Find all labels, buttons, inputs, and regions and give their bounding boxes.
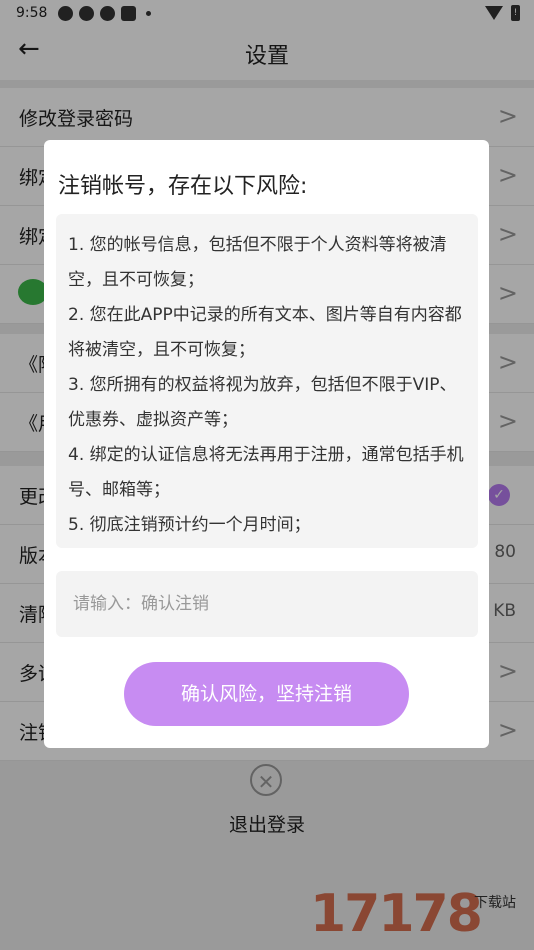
cancel-account-dialog: 注销帐号，存在以下风险: 1. 您的帐号信息，包括但不限于个人资料等将被清空，且… (44, 140, 489, 748)
confirm-input-container (56, 571, 478, 637)
risk-item: 3. 您所拥有的权益将视为放弃，包括但不限于VIP、优惠券、虚拟资产等； (68, 375, 457, 430)
risk-item: 5. 彻底注销预计约一个月时间； (68, 515, 311, 535)
confirm-cancel-account-button[interactable]: 确认风险，坚持注销 (124, 662, 409, 726)
risk-item: 4. 绑定的认证信息将无法再用于注册，通常包括手机号、邮箱等； (68, 445, 464, 500)
risk-item: 1. 您的帐号信息，包括但不限于个人资料等将被清空，且不可恢复； (68, 235, 447, 290)
risk-item: 2. 您在此APP中记录的所有文本、图片等自有内容都将被清空，且不可恢复； (68, 305, 462, 360)
dialog-title: 注销帐号，存在以下风险: (58, 174, 308, 199)
confirm-text-input[interactable] (56, 571, 478, 637)
risk-list: 1. 您的帐号信息，包括但不限于个人资料等将被清空，且不可恢复； 2. 您在此A… (56, 214, 478, 548)
